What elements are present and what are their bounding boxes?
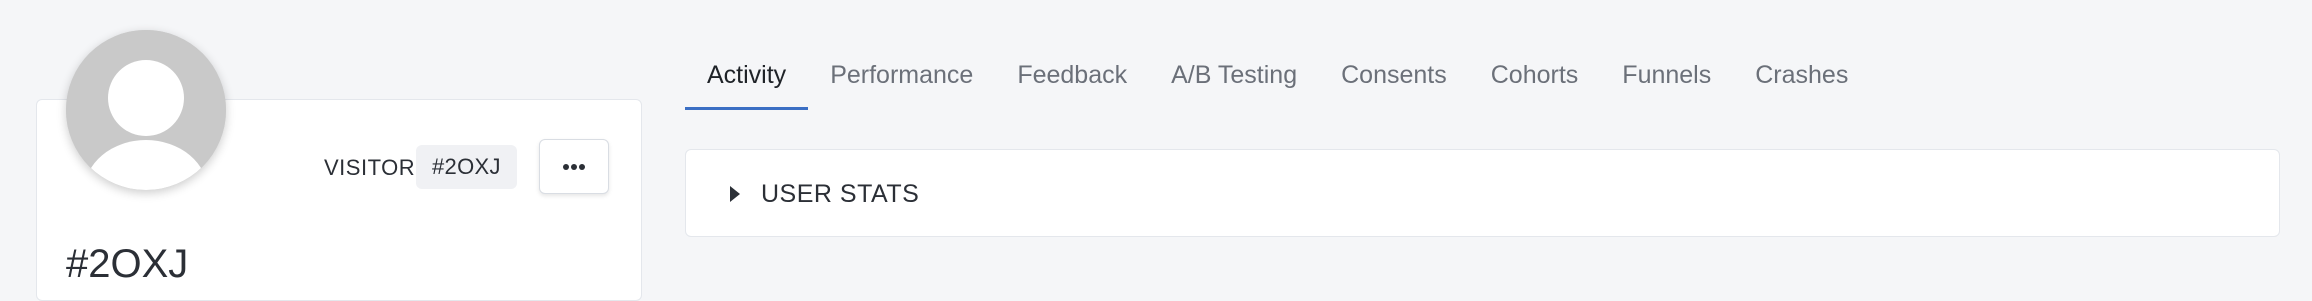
user-avatar-icon: [66, 30, 226, 190]
more-options-button[interactable]: [539, 139, 609, 194]
visitor-label: VISITOR: [324, 155, 416, 180]
user-stats-panel[interactable]: USER STATS: [685, 149, 2280, 237]
tab-funnels[interactable]: Funnels: [1600, 50, 1733, 106]
tab-performance[interactable]: Performance: [808, 50, 995, 106]
visitor-id-badge: #2OXJ: [416, 145, 517, 189]
user-stats-title: USER STATS: [761, 180, 920, 208]
tab-feedback[interactable]: Feedback: [995, 50, 1149, 106]
tab-activity[interactable]: Activity: [685, 50, 809, 110]
tab-crashes[interactable]: Crashes: [1733, 50, 1870, 106]
tab-cohorts[interactable]: Cohorts: [1469, 50, 1601, 106]
tab-bar: Activity Performance Feedback A/B Testin…: [685, 50, 1870, 110]
tab-ab-testing[interactable]: A/B Testing: [1149, 50, 1319, 106]
more-horizontal-icon: [563, 163, 585, 170]
tab-consents[interactable]: Consents: [1319, 50, 1469, 106]
caret-right-icon: [730, 186, 740, 202]
visitor-display-id: #2OXJ: [66, 242, 189, 286]
